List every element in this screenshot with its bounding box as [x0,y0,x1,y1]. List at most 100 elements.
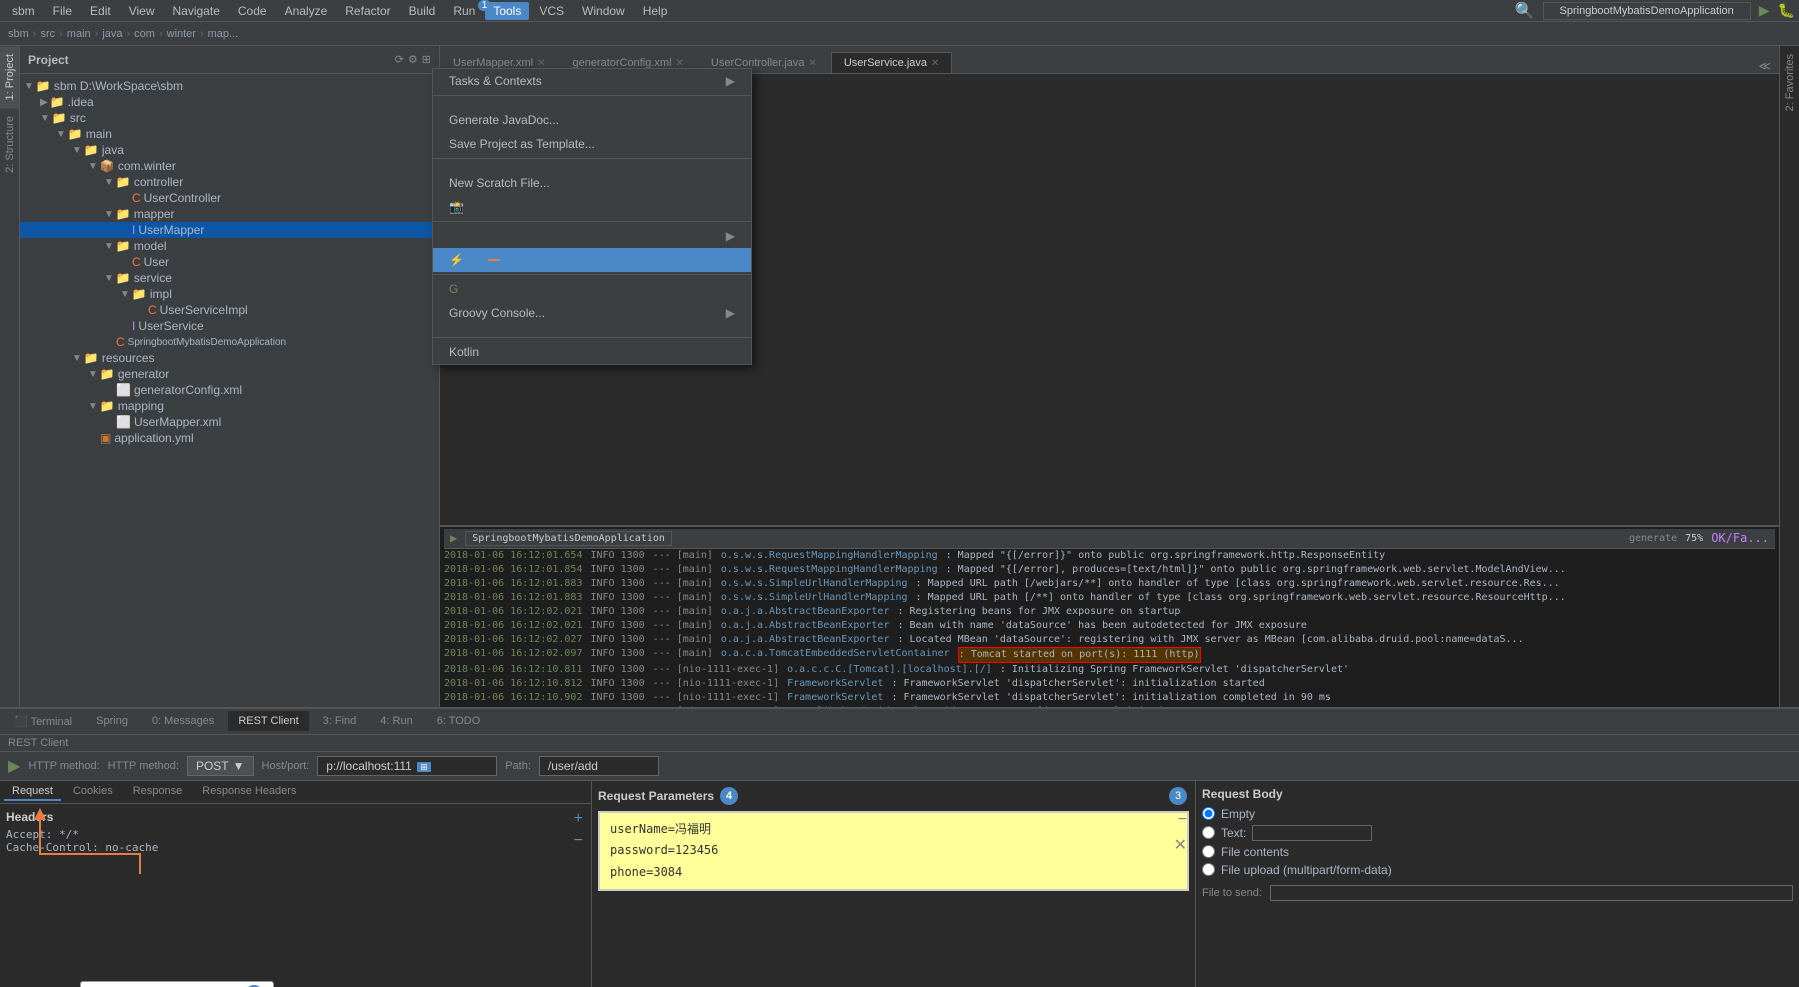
body-text-input[interactable] [1252,825,1372,841]
menu-item-new-scratch[interactable] [433,161,751,171]
menubar-sbm[interactable]: sbm [4,2,43,20]
path-input[interactable]: /user/add [539,756,659,776]
side-tab-project[interactable]: 1: Project [0,46,19,108]
bottom-tab-terminal[interactable]: ⬛ Terminal [4,711,82,732]
breadcrumb-sbm[interactable]: sbm [8,28,29,40]
menubar-tools[interactable]: Tools [485,2,529,20]
menu-item-test-restful[interactable]: ⚡ [433,248,751,272]
menubar-view[interactable]: View [121,2,163,20]
toolbar-search-icon[interactable]: 🔍 [1515,1,1535,21]
req-tab-cookies[interactable]: Cookies [65,783,121,801]
tree-item-impl[interactable]: ▼ 📁 impl [20,286,439,302]
bottom-tab-find[interactable]: 3: Find [313,711,367,731]
tree-item-usermapper-xml[interactable]: ⬜ UserMapper.xml [20,414,439,430]
tree-item-com-winter[interactable]: ▼ 📦 com.winter [20,158,439,174]
tree-item-mapper[interactable]: ▼ 📁 mapper [20,206,439,222]
body-radio-file-contents[interactable] [1202,845,1215,858]
panel-icon-gear[interactable]: ⚙ [408,53,418,66]
tree-item-model[interactable]: ▼ 📁 model [20,238,439,254]
tree-item-userservice[interactable]: I UserService [20,318,439,334]
tree-item-usermapper[interactable]: I UserMapper [20,222,439,238]
tree-item-userserviceimpl[interactable]: C UserServiceImpl [20,302,439,318]
headers-add-button[interactable]: + [574,810,583,828]
body-option-empty[interactable]: Empty [1202,807,1793,821]
menubar-vcs[interactable]: VCS [531,2,572,20]
bottom-tab-spring[interactable]: Spring [86,711,138,731]
menubar-build[interactable]: Build [401,2,444,20]
body-radio-file-upload[interactable] [1202,863,1215,876]
menu-item-save-template[interactable]: Generate JavaDoc... [433,108,751,132]
panel-icon-sync[interactable]: ⟳ [395,53,404,66]
menubar-file[interactable]: File [45,2,80,20]
tree-item-main[interactable]: ▼ 📁 main [20,126,439,142]
file-to-send-input[interactable] [1270,885,1793,901]
menu-item-kotlin[interactable] [433,325,751,335]
menu-item-generate-javadoc[interactable] [433,98,751,108]
panel-icon-expand[interactable]: ⊞ [422,53,431,66]
breadcrumb-main[interactable]: main [67,28,91,40]
req-tab-request[interactable]: Request [4,783,61,801]
menu-item-tasks[interactable]: Tasks & Contexts ▶ [433,69,751,93]
bottom-tab-rest-client[interactable]: REST Client [228,711,308,731]
breadcrumb-java[interactable]: java [102,28,122,40]
menu-item-manage-templates[interactable]: Save Project as Template... [433,132,751,156]
menubar-window[interactable]: Window [574,2,633,20]
tree-item-application[interactable]: C SpringbootMybatisDemoApplication [20,334,439,350]
tree-item-controller[interactable]: ▼ 📁 controller [20,174,439,190]
rest-play-button[interactable]: ▶ [8,756,20,776]
menu-item-start-ssh[interactable]: Kotlin [433,340,751,364]
menu-item-deployment[interactable]: ▶ [433,224,751,248]
side-tab-favorites[interactable]: 2: Favorites [1780,46,1799,119]
breadcrumb-winter[interactable]: winter [167,28,196,40]
breadcrumb-com[interactable]: com [134,28,155,40]
tree-item-usercontroller[interactable]: C UserController [20,190,439,206]
host-port-input[interactable]: p://localhost:111 ⊞ [317,756,497,776]
menubar-help[interactable]: Help [635,2,676,20]
menubar-refactor[interactable]: Refactor [337,2,398,20]
tab-close-icon[interactable]: ✕ [676,58,684,69]
tree-item-generator[interactable]: ▼ 📁 generator [20,366,439,382]
tree-item-sbm[interactable]: ▼ 📁 sbm D:\WorkSpace\sbm [20,78,439,94]
tree-item-java[interactable]: ▼ 📁 java [20,142,439,158]
menubar-edit[interactable]: Edit [82,2,119,20]
tree-item-generatorconfig[interactable]: ⬜ generatorConfig.xml [20,382,439,398]
body-option-text[interactable]: Text: [1202,825,1793,841]
tree-item-user[interactable]: C User [20,254,439,270]
menu-item-groovy-console[interactable]: G [433,277,751,301]
req-tab-response-headers[interactable]: Response Headers [194,783,304,801]
tab-close-icon[interactable]: ✕ [537,58,545,69]
params-clear-button[interactable]: ✕ [1174,835,1187,855]
tree-item-mapping[interactable]: ▼ 📁 mapping [20,398,439,414]
run-button[interactable]: ▶ [1759,2,1770,19]
menu-item-ide-scripting[interactable]: New Scratch File... [433,171,751,195]
tree-item-service[interactable]: ▼ 📁 service [20,270,439,286]
tab-userservice-java[interactable]: UserService.java ✕ [831,52,953,73]
tree-item-resources[interactable]: ▼ 📁 resources [20,350,439,366]
body-option-file-upload[interactable]: File upload (multipart/form-data) [1202,863,1793,877]
bottom-tab-todo[interactable]: 6: TODO [427,711,491,731]
body-option-file-contents[interactable]: File contents [1202,845,1793,859]
breadcrumb-src[interactable]: src [40,28,55,40]
req-tab-response[interactable]: Response [125,783,191,801]
tab-close-icon[interactable]: ✕ [808,58,816,69]
bottom-tab-messages[interactable]: 0: Messages [142,711,224,731]
menubar-run[interactable]: Run 1 [445,2,483,20]
menu-item-capture-memory[interactable]: 📸 [433,195,751,219]
bottom-tab-run[interactable]: 4: Run [370,711,422,731]
tab-overflow-btn[interactable]: ≪ [1750,59,1779,73]
breadcrumb-map[interactable]: map... [208,28,239,40]
headers-remove-button[interactable]: − [574,832,583,850]
menubar-analyze[interactable]: Analyze [277,2,336,20]
tree-item-idea[interactable]: ▶ 📁 .idea [20,94,439,110]
tab-close-icon[interactable]: ✕ [931,58,939,69]
run-log-play[interactable]: ▶ [450,531,457,545]
debug-button[interactable]: 🐛 [1778,2,1795,19]
tree-item-src[interactable]: ▼ 📁 src [20,110,439,126]
http-method-selector[interactable]: POST ▼ [187,756,254,776]
side-tab-structure[interactable]: 2: Structure [0,108,19,181]
body-radio-empty[interactable] [1202,807,1215,820]
menubar-navigate[interactable]: Navigate [165,2,228,20]
menu-item-webservices[interactable]: Groovy Console... ▶ [433,301,751,325]
body-radio-text[interactable] [1202,826,1215,839]
tree-item-application-yml[interactable]: ▣ application.yml [20,430,439,446]
